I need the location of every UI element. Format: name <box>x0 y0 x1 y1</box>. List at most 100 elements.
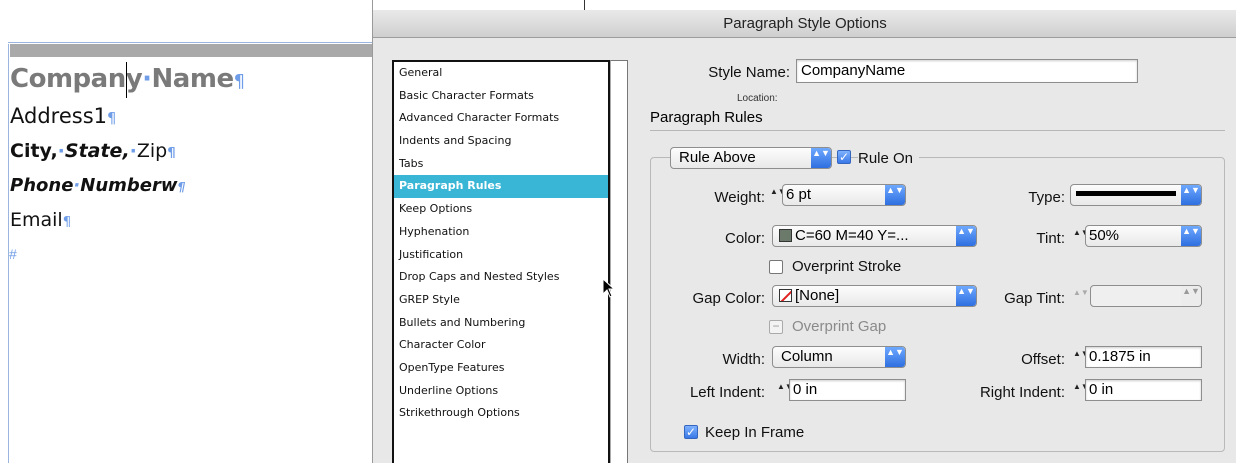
space-marker: · <box>57 140 65 162</box>
section-title: Paragraph Rules <box>650 109 763 126</box>
tint-label: Tint: <box>1036 230 1065 247</box>
overprint-gap-label: Overprint Gap <box>792 318 887 335</box>
category-basic-character-formats[interactable]: Basic Character Formats <box>394 85 608 108</box>
no-color-swatch-icon <box>779 289 792 302</box>
category-keep-options[interactable]: Keep Options <box>394 198 608 221</box>
style-name-input[interactable]: CompanyName <box>796 59 1138 83</box>
keep-in-frame-label: Keep In Frame <box>705 424 805 441</box>
address-text: Address1 <box>10 104 107 128</box>
location-label: Location: <box>737 93 778 104</box>
pilcrow-icon: ¶ <box>107 110 117 127</box>
gap-tint-select[interactable]: ▲▼ <box>1090 285 1202 307</box>
company-name-word-2: Name <box>151 64 235 94</box>
popup-arrows-icon: ▲▼ <box>811 148 831 168</box>
city-text: City, <box>10 140 58 162</box>
space-marker: · <box>142 64 152 94</box>
keep-in-frame-checkbox[interactable]: ✓ <box>684 425 698 439</box>
line-type-select[interactable]: ▲▼ <box>1070 184 1202 206</box>
gap-tint-stepper[interactable]: ▲▼ <box>1073 288 1089 308</box>
left-indent-input[interactable]: 0 in <box>789 379 906 401</box>
offset-input[interactable]: 0.1875 in <box>1085 346 1202 368</box>
category-paragraph-rules[interactable]: Paragraph Rules <box>394 175 608 199</box>
offset-label: Offset: <box>1021 351 1065 368</box>
email-text: Email <box>10 209 63 231</box>
popup-arrows-icon: ▲▼ <box>1181 185 1201 205</box>
rule-on-checkbox[interactable]: ✓ <box>837 150 851 164</box>
right-indent-input[interactable]: 0 in <box>1085 379 1202 401</box>
rule-type-value: Rule Above <box>679 149 756 166</box>
category-character-color[interactable]: Character Color <box>394 334 608 357</box>
width-label: Width: <box>722 351 765 368</box>
overprint-stroke-label: Overprint Stroke <box>792 258 902 275</box>
weight-stepper[interactable]: ▲▼ <box>770 187 786 207</box>
right-indent-label: Right Indent: <box>979 384 1065 401</box>
category-hyphenation[interactable]: Hyphenation <box>394 221 608 244</box>
solid-line-sample <box>1076 191 1176 196</box>
pilcrow-icon: ¶ <box>167 146 176 161</box>
offset-stepper[interactable]: ▲▼ <box>1073 349 1089 369</box>
category-drop-caps[interactable]: Drop Caps and Nested Styles <box>394 266 608 289</box>
phone-text-1: Phone <box>10 175 74 196</box>
category-underline-options[interactable]: Underline Options <box>394 380 608 403</box>
category-bullets-numbering[interactable]: Bullets and Numbering <box>394 312 608 335</box>
email-line[interactable]: Email¶ <box>10 209 71 231</box>
weight-label: Weight: <box>714 189 765 206</box>
pilcrow-icon: ¶ <box>233 71 245 92</box>
rule-type-select[interactable]: Rule Above ▲▼ <box>670 147 832 169</box>
left-indent-label: Left Indent: <box>689 384 765 401</box>
type-label: Type: <box>1028 189 1065 206</box>
popup-arrows-icon: ▲▼ <box>885 347 905 367</box>
tint-value: 50% <box>1089 227 1120 244</box>
end-of-story-marker: # <box>9 246 17 262</box>
popup-arrows-icon: ▲▼ <box>885 185 905 205</box>
background-window-strip <box>373 0 1236 10</box>
color-label: Color: <box>724 230 765 247</box>
pilcrow-icon: ¶ <box>177 179 186 194</box>
category-general[interactable]: General <box>394 62 608 85</box>
left-indent-stepper[interactable]: ▲▼ <box>777 382 793 402</box>
overprint-stroke-checkbox[interactable] <box>769 260 783 274</box>
rule-on-label: Rule On <box>858 150 920 167</box>
category-strikethrough-options[interactable]: Strikethrough Options <box>394 402 608 425</box>
weight-value: 6 pt <box>786 186 812 203</box>
weight-select[interactable]: 6 pt ▲▼ <box>782 184 906 206</box>
paragraph-rule-above <box>10 44 372 57</box>
style-name-label: Style Name: <box>708 64 790 81</box>
section-divider <box>650 130 1225 131</box>
text-frame-top-edge <box>8 42 372 43</box>
right-indent-stepper[interactable]: ▲▼ <box>1073 382 1089 402</box>
popup-arrows-icon: ▲▼ <box>1181 226 1201 246</box>
category-tabs[interactable]: Tabs <box>394 153 608 176</box>
gap-color-select[interactable]: [None] ▲▼ <box>772 285 977 307</box>
color-select[interactable]: C=60 M=40 Y=... ▲▼ <box>772 225 977 247</box>
category-indents-and-spacing[interactable]: Indents and Spacing <box>394 130 608 153</box>
background-window-edge <box>584 0 585 10</box>
category-grep-style[interactable]: GREP Style <box>394 289 608 312</box>
phone-text-2: Numberw <box>80 175 178 196</box>
category-justification[interactable]: Justification <box>394 244 608 267</box>
gap-color-value: [None] <box>795 287 840 304</box>
category-opentype-features[interactable]: OpenType Features <box>394 357 608 380</box>
zip-text: Zip <box>136 140 168 162</box>
category-list[interactable]: General Basic Character Formats Advanced… <box>392 60 610 463</box>
address-line[interactable]: Address1¶ <box>10 104 116 128</box>
company-name-line[interactable]: Company·Name¶ <box>10 64 245 94</box>
document-page: Company·Name¶ Address1¶ City,·State,·Zip… <box>0 0 372 463</box>
company-name-word-1: Company <box>10 64 143 94</box>
color-value: C=60 M=40 Y=... <box>795 227 909 244</box>
gap-tint-label: Gap Tint: <box>1004 290 1065 307</box>
color-swatch-icon <box>779 229 792 242</box>
phone-line[interactable]: Phone·Numberw¶ <box>10 175 186 196</box>
state-text: State, <box>64 140 130 162</box>
width-select[interactable]: Column ▲▼ <box>772 346 906 368</box>
tint-select[interactable]: 50% ▲▼ <box>1085 225 1202 247</box>
category-advanced-character-formats[interactable]: Advanced Character Formats <box>394 107 608 130</box>
dialog-title[interactable]: Paragraph Style Options <box>373 10 1236 38</box>
width-value: Column <box>781 348 833 365</box>
city-state-zip-line[interactable]: City,·State,·Zip¶ <box>10 140 176 162</box>
tint-stepper[interactable]: ▲▼ <box>1073 228 1089 248</box>
overprint-gap-checkbox[interactable]: − <box>769 320 783 334</box>
popup-arrows-icon: ▲▼ <box>1181 286 1201 306</box>
category-list-scrollbar[interactable] <box>610 60 628 463</box>
pilcrow-icon: ¶ <box>62 215 72 230</box>
